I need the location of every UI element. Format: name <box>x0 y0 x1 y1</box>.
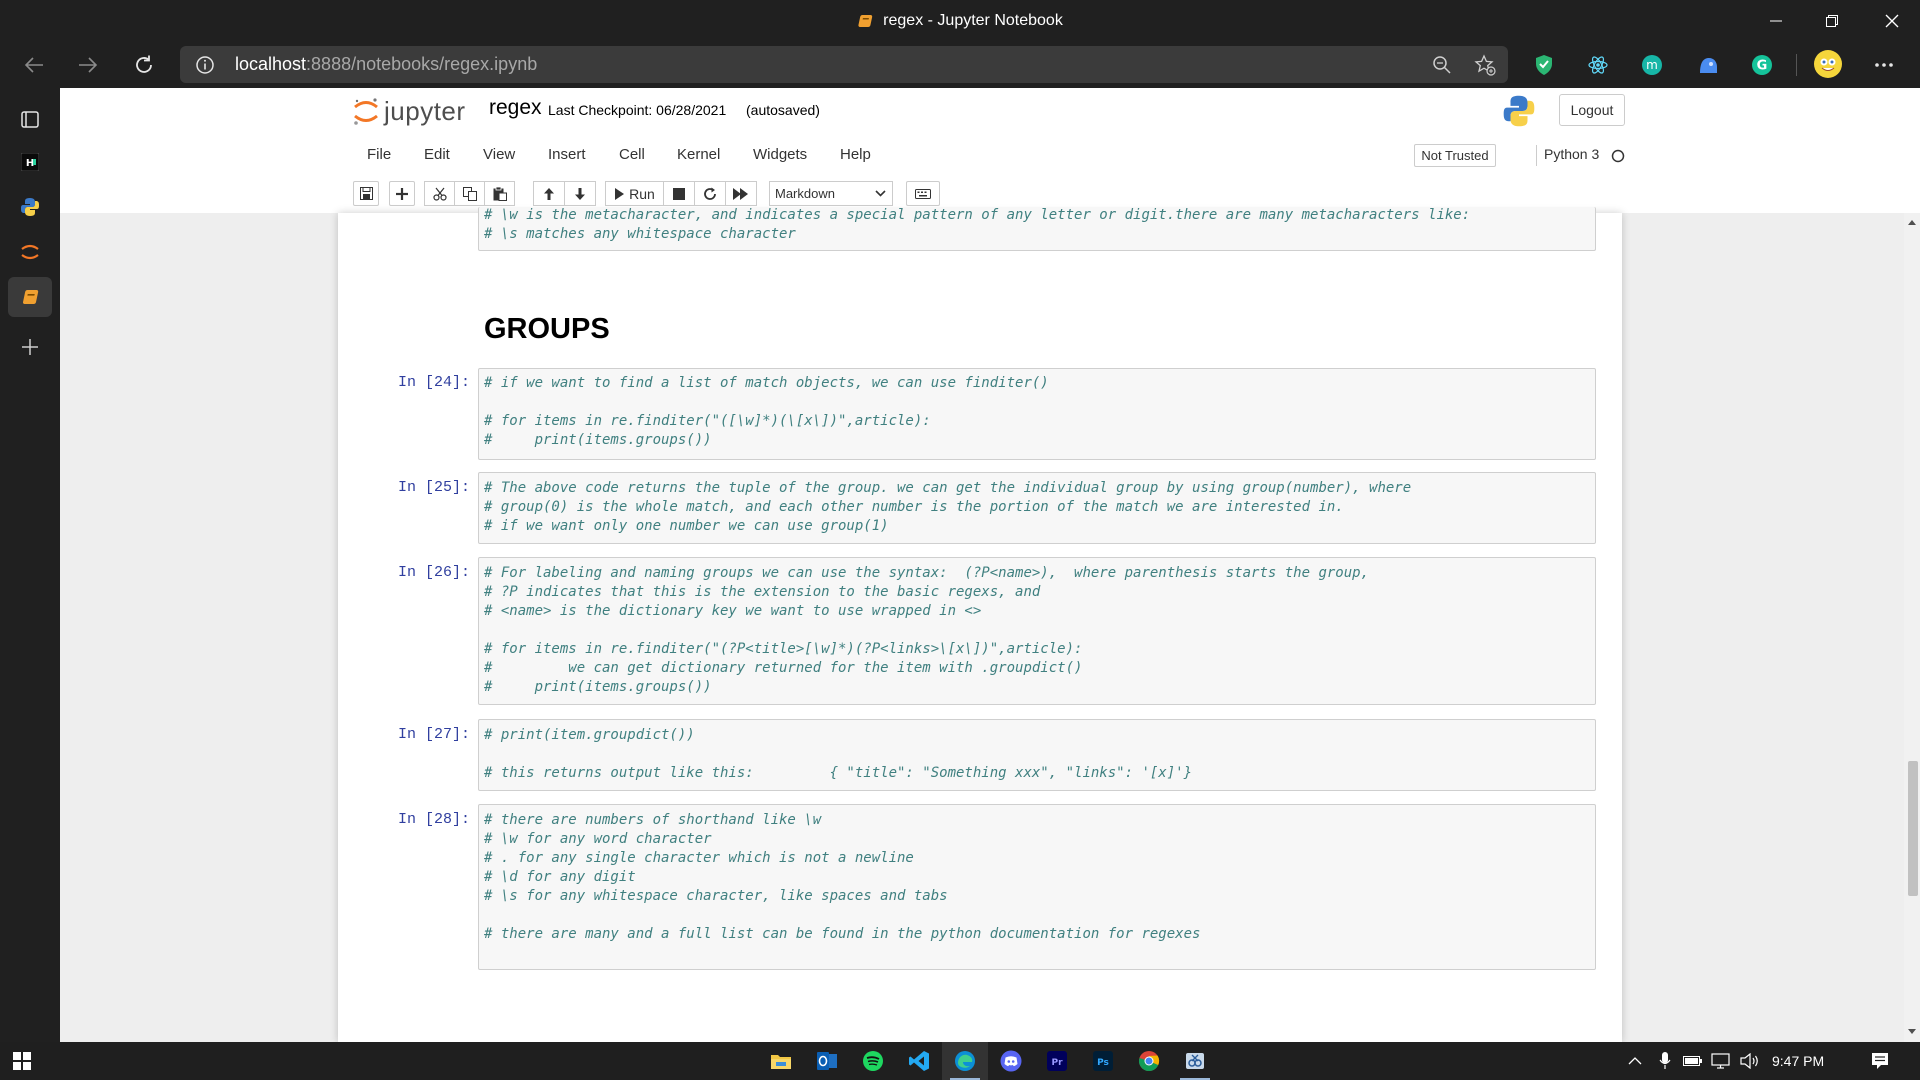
restore-button[interactable] <box>1804 0 1860 42</box>
browser-sidebar: H <box>0 88 60 1042</box>
hn-icon[interactable]: H <box>8 142 52 182</box>
scroll-down-arrow-icon[interactable] <box>1907 1027 1917 1035</box>
jupyter-notebook-icon <box>857 13 873 29</box>
url-text[interactable]: localhost:8888/notebooks/regex.ipynb <box>235 46 537 83</box>
zoom-icon[interactable] <box>1430 53 1454 77</box>
more-icon[interactable] <box>1868 50 1900 80</box>
page-scrollbar[interactable] <box>1904 213 1920 1042</box>
browser-toolbar: localhost:8888/notebooks/regex.ipynb m G <box>0 42 1920 88</box>
svg-text:m: m <box>1646 58 1658 72</box>
jupyter-icon[interactable] <box>8 232 52 272</box>
refresh-button[interactable] <box>128 50 160 80</box>
shield-extension-icon[interactable] <box>1530 50 1558 80</box>
profile-avatar-icon[interactable] <box>1812 48 1844 80</box>
grammarly-icon[interactable]: G <box>1748 50 1776 80</box>
url-path: :8888/notebooks/regex.ipynb <box>306 54 538 74</box>
notebook-icon[interactable] <box>8 277 52 317</box>
window-title: regex - Jupyter Notebook <box>0 0 1920 42</box>
photoshop-icon[interactable]: Ps <box>1080 1042 1126 1080</box>
microphone-icon[interactable] <box>1652 1042 1678 1080</box>
file-explorer-icon[interactable] <box>758 1042 804 1080</box>
markdown-heading[interactable]: GROUPS <box>484 313 610 346</box>
window-title-bar: regex - Jupyter Notebook <box>0 0 1920 42</box>
scrollbar-thumb[interactable] <box>1908 761 1918 896</box>
cell-prompt: In [27]: <box>397 726 470 743</box>
cell-prompt: In [24]: <box>397 374 470 391</box>
code-cell-text[interactable]: # The above code returns the tuple of th… <box>484 479 1411 536</box>
vscode-icon[interactable] <box>896 1042 942 1080</box>
tab-actions-icon[interactable] <box>8 99 52 139</box>
start-button[interactable] <box>0 1042 44 1080</box>
window-title-text: regex - Jupyter Notebook <box>883 12 1063 29</box>
clock-time[interactable]: 9:47 PM <box>1772 1042 1824 1080</box>
edge-icon[interactable] <box>942 1042 988 1080</box>
header-overlay <box>60 88 1920 213</box>
tray-overflow-chevron-icon[interactable] <box>1620 1042 1650 1080</box>
forward-button[interactable] <box>72 50 104 80</box>
network-icon[interactable] <box>1708 1042 1734 1080</box>
code-cell-text[interactable]: # there are numbers of shorthand like \w… <box>484 811 1200 944</box>
cell-prompt: In [26]: <box>397 564 470 581</box>
code-cell-text[interactable]: # if we want to find a list of match obj… <box>484 374 1049 450</box>
volume-icon[interactable] <box>1736 1042 1764 1080</box>
snipping-tool-icon[interactable] <box>1172 1042 1218 1080</box>
site-info-icon[interactable] <box>194 54 216 76</box>
address-bar[interactable]: localhost:8888/notebooks/regex.ipynb <box>180 46 1508 83</box>
windows-taskbar: Pr Ps 9:47 PM <box>0 1042 1920 1080</box>
close-window-button[interactable] <box>1864 0 1920 42</box>
back-button[interactable] <box>18 50 50 80</box>
favorite-add-icon[interactable] <box>1472 53 1498 77</box>
code-cell-text[interactable]: # For labeling and naming groups we can … <box>484 564 1369 697</box>
add-icon[interactable] <box>8 327 52 367</box>
svg-text:G: G <box>1757 59 1768 74</box>
svg-text:Pr: Pr <box>1051 1058 1063 1068</box>
spotify-icon[interactable] <box>850 1042 896 1080</box>
svg-text:H: H <box>26 158 34 169</box>
python-icon[interactable] <box>8 187 52 227</box>
notification-center-icon[interactable] <box>1862 1042 1898 1080</box>
extension-m-icon[interactable]: m <box>1638 50 1666 80</box>
code-cell-text[interactable]: # print(item.groupdict()) # this returns… <box>484 726 1192 783</box>
svg-text:Ps: Ps <box>1097 1058 1109 1068</box>
cell-prompt: In [25]: <box>397 479 470 496</box>
outlook-icon[interactable] <box>804 1042 850 1080</box>
battery-icon[interactable] <box>1680 1042 1706 1080</box>
premiere-icon[interactable]: Pr <box>1034 1042 1080 1080</box>
windows-logo-icon <box>13 1052 31 1070</box>
discord-icon[interactable] <box>988 1042 1034 1080</box>
toolbar-divider <box>1796 54 1797 76</box>
chrome-icon[interactable] <box>1126 1042 1172 1080</box>
minimize-button[interactable] <box>1748 0 1804 42</box>
extension-blue-icon[interactable] <box>1694 50 1722 80</box>
url-host: localhost <box>235 54 307 74</box>
cell-prompt: In [28]: <box>397 811 470 828</box>
react-devtools-icon[interactable] <box>1584 50 1612 80</box>
scroll-up-arrow-icon[interactable] <box>1907 218 1917 226</box>
